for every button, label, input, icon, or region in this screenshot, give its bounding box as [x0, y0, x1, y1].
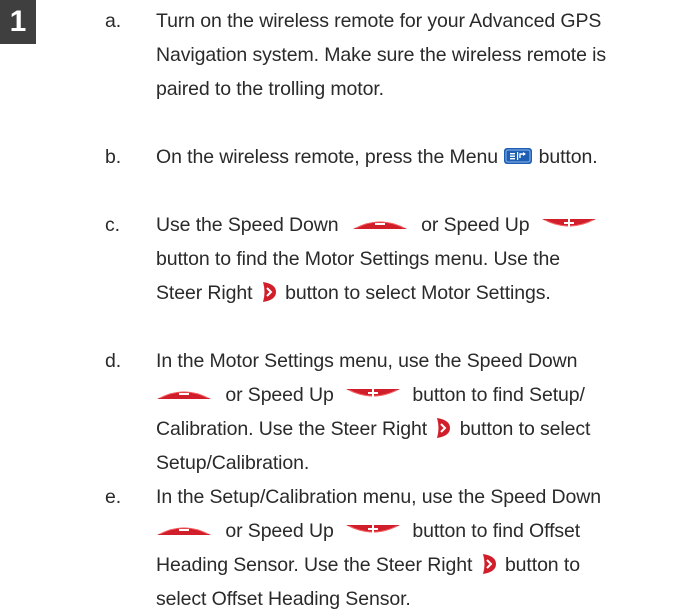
- step-number-badge: 1: [0, 0, 36, 44]
- step-body: On the wireless remote, press the Menu b…: [156, 140, 688, 174]
- step-line: Use the Speed Down or Speed Up: [156, 208, 688, 242]
- step-body: Use the Speed Down or Speed Up button to…: [156, 208, 688, 310]
- step-text: button to: [504, 554, 580, 576]
- step-line: Calibration. Use the Steer Right button …: [156, 412, 688, 446]
- step-line: Turn on the wireless remote for your Adv…: [156, 10, 602, 32]
- step-text: button to select: [459, 418, 591, 440]
- step-text: or Speed Up: [225, 520, 334, 542]
- step-text: button to select Motor Settings.: [285, 282, 551, 304]
- step-letter: b.: [105, 146, 122, 168]
- step-text: button to find Offset: [412, 520, 581, 542]
- step-line: or Speed Up button to find Offset: [156, 514, 688, 548]
- speed-up-button-icon: [541, 217, 597, 231]
- step-letter: e.: [105, 486, 122, 508]
- step-text: Steer Right: [156, 282, 253, 304]
- step-text: On the wireless remote, press the Menu: [156, 146, 498, 168]
- speed-up-button-icon: [345, 387, 401, 401]
- menu-button-icon: [503, 147, 533, 165]
- step-body: In the Motor Settings menu, use the Spee…: [156, 344, 688, 480]
- step-line: In the Motor Settings menu, use the Spee…: [156, 350, 578, 372]
- step-body: Turn on the wireless remote for your Adv…: [156, 4, 688, 106]
- step-text: or Speed Up: [225, 384, 334, 406]
- step-line: On the wireless remote, press the Menu b…: [156, 140, 688, 174]
- step-line: Steer Right button to select Motor Setti…: [156, 276, 688, 310]
- step-text: button.: [538, 146, 598, 168]
- step-line: Heading Sensor. Use the Steer Right butt…: [156, 548, 688, 582]
- speed-up-button-icon: [345, 523, 401, 537]
- steer-right-button-icon: [261, 281, 277, 303]
- step-text: Heading Sensor. Use the Steer Right: [156, 554, 473, 576]
- steer-right-button-icon: [481, 553, 497, 575]
- step-line: Setup/Calibration.: [156, 452, 310, 474]
- step-letter: c.: [105, 214, 120, 236]
- step-text: or Speed Up: [421, 214, 530, 236]
- step-line: In the Setup/Calibration menu, use the S…: [156, 486, 601, 508]
- step-letter: a.: [105, 10, 122, 32]
- step-line: paired to the trolling motor.: [156, 78, 384, 100]
- step-text: Use the Speed Down: [156, 214, 339, 236]
- step-line: Navigation system. Make sure the wireles…: [156, 44, 607, 66]
- step-text: Calibration. Use the Steer Right: [156, 418, 428, 440]
- steer-right-button-icon: [435, 417, 451, 439]
- step-line: button to find the Motor Settings menu. …: [156, 248, 560, 270]
- speed-down-button-icon: [156, 523, 212, 537]
- step-letter: d.: [105, 350, 122, 372]
- speed-down-button-icon: [352, 217, 408, 231]
- step-line: or Speed Up button to find Setup/: [156, 378, 688, 412]
- speed-down-button-icon: [156, 387, 212, 401]
- step-line: select Offset Heading Sensor.: [156, 588, 411, 610]
- step-body: In the Setup/Calibration menu, use the S…: [156, 480, 688, 616]
- step-text: button to find Setup/: [412, 384, 585, 406]
